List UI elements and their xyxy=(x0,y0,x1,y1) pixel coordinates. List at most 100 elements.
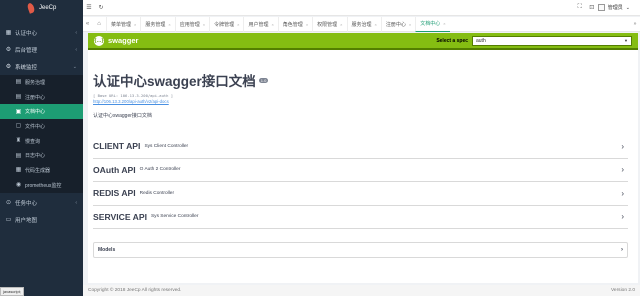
tab-label: 服务治理 xyxy=(351,21,372,28)
logo-icon xyxy=(27,3,35,13)
slow-query-icon: ♜ xyxy=(15,138,22,145)
lock-icon[interactable]: ⊡ xyxy=(586,4,598,11)
models-section[interactable]: Models › xyxy=(93,242,628,258)
monitor-icon: ⚙ xyxy=(5,63,12,70)
settings-icon: ⚙ xyxy=(5,46,12,53)
chevron-left-icon: ‹ xyxy=(75,46,77,53)
tabs-scroll-right-icon[interactable]: » xyxy=(630,21,640,27)
chevron-right-icon: › xyxy=(621,141,624,151)
api-group-desc: Sys Service Controller xyxy=(150,214,199,220)
close-icon[interactable]: × xyxy=(306,22,308,27)
sidebar-item-auth-center[interactable]: ▦ 认证中心 ‹ xyxy=(0,24,83,41)
tab-label: 令牌管理 xyxy=(214,21,235,28)
api-group-oauth[interactable]: OAuth API O Auth 2 Controller › xyxy=(93,159,628,182)
tab-label: 权限管理 xyxy=(317,21,338,28)
tab-service-governance[interactable]: 服务治理 × xyxy=(346,16,381,32)
sidebar-item-slow-query[interactable]: ♜ 慢查询 xyxy=(0,134,83,149)
swagger-topbar: {…} swagger Select a spec auth ▼ xyxy=(88,33,638,50)
sidebar-item-label: 任务中心 xyxy=(15,201,38,207)
tab-docs[interactable]: 文档中心 × xyxy=(415,16,450,32)
sidebar-item-tasks[interactable]: ⊙ 任务中心 ‹ xyxy=(0,195,83,212)
tab-role-management[interactable]: 角色管理 × xyxy=(277,16,312,32)
sidebar-item-label: 认证中心 xyxy=(15,30,38,37)
close-icon[interactable]: × xyxy=(168,22,170,27)
swagger-brand: swagger xyxy=(108,36,139,45)
close-icon[interactable]: × xyxy=(409,22,411,27)
chevron-left-icon: ‹ xyxy=(75,29,77,36)
close-icon[interactable]: × xyxy=(134,22,136,27)
sidebar-item-label: 慢查询 xyxy=(25,138,41,145)
sidebar-item-user-map[interactable]: ▭ 用户地图 xyxy=(0,212,83,229)
sidebar-item-service-governance[interactable]: ▤ 服务治理 xyxy=(0,75,83,90)
code-icon: ▦ xyxy=(15,167,22,174)
app-version: Version 2.0 xyxy=(610,288,635,293)
chevron-down-icon: ▼ xyxy=(624,38,628,43)
api-description: 认证中心swagger接口文档 xyxy=(93,113,152,119)
status-tooltip: javascript; xyxy=(0,287,25,296)
close-icon[interactable]: × xyxy=(237,22,239,27)
spec-select[interactable]: auth ▼ xyxy=(472,35,632,46)
dashboard-icon: ▦ xyxy=(5,29,12,36)
sidebar-item-label: 文档中心 xyxy=(25,109,46,116)
sidebar: JeeCp ▦ 认证中心 ‹ ⚙ 后台管理 ‹ ⚙ 系统监控 ⌄ ▤ 服务治理 ▤… xyxy=(0,0,83,296)
tab-app-management[interactable]: 应用管理 × xyxy=(174,16,209,32)
close-icon[interactable]: × xyxy=(271,22,273,27)
spec-label: Select a spec xyxy=(436,37,468,44)
tab-label: 用户管理 xyxy=(248,21,269,28)
tabs-scroll-left-icon[interactable]: « xyxy=(83,21,92,27)
user-menu[interactable]: 管理员 ⌄ xyxy=(597,4,630,11)
tab-label: 菜单管理 xyxy=(111,21,132,28)
version-badge: 1.0 xyxy=(258,77,269,83)
tab-label: 文档中心 xyxy=(420,21,441,27)
top-bar: ☰ ↻ ⛶ ⊡ 管理员 ⌄ xyxy=(83,0,640,16)
api-group-service[interactable]: SERVICE API Sys Service Controller › xyxy=(93,206,628,229)
swagger-logo-icon: {…} xyxy=(94,35,104,46)
sidebar-item-logs[interactable]: ▤ 日志中心 xyxy=(0,148,83,163)
chevron-right-icon: › xyxy=(621,247,623,253)
app-logo[interactable]: JeeCp xyxy=(0,0,83,16)
api-groups: CLIENT API Sys Client Controller › OAuth… xyxy=(93,135,628,229)
sidebar-item-monitor[interactable]: ⚙ 系统监控 ⌄ xyxy=(0,58,83,75)
avatar xyxy=(597,4,605,11)
sidebar-item-docs[interactable]: ▣ 文档中心 xyxy=(0,104,83,120)
tab-user-management[interactable]: 用户管理 × xyxy=(243,16,277,32)
tab-token-management[interactable]: 令牌管理 × xyxy=(209,16,243,32)
page-title: 认证中心swagger接口文档 xyxy=(93,74,256,89)
sidebar-item-codegen[interactable]: ▦ 代码生成器 xyxy=(0,163,83,178)
sidebar-item-registry[interactable]: ▤ 注册中心 xyxy=(0,90,83,105)
sidebar-item-label: 日志中心 xyxy=(25,153,46,160)
tab-permission-management[interactable]: 权限管理 × xyxy=(312,16,346,32)
base-url: [ Base URL: 106.13.3.200/api-auth ] xyxy=(93,93,174,98)
menu-toggle-icon[interactable]: ☰ xyxy=(83,4,95,11)
chevron-right-icon: › xyxy=(621,188,624,198)
sidebar-item-files[interactable]: ▢ 文件中心 xyxy=(0,119,83,134)
sidebar-item-label: 系统监控 xyxy=(15,64,38,71)
close-icon[interactable]: × xyxy=(443,21,445,26)
sidebar-item-prometheus[interactable]: ◉ prometheus监控 xyxy=(0,178,83,193)
tab-menu-management[interactable]: 菜单管理 × xyxy=(106,16,140,32)
refresh-icon[interactable]: ↻ xyxy=(95,4,107,11)
task-icon: ⊙ xyxy=(5,200,12,206)
tab-service-management[interactable]: 服务管理 × xyxy=(140,16,174,32)
close-icon[interactable]: × xyxy=(340,22,342,27)
home-icon[interactable]: ⌂ xyxy=(92,21,106,27)
chevron-left-icon: ‹ xyxy=(75,200,77,206)
map-icon: ▭ xyxy=(5,217,12,223)
sidebar-item-label: prometheus监控 xyxy=(25,182,62,189)
sidebar-item-admin[interactable]: ⚙ 后台管理 ‹ xyxy=(0,41,83,58)
log-icon: ▤ xyxy=(15,152,22,159)
document-icon: ▣ xyxy=(15,108,22,115)
user-name: 管理员 xyxy=(607,5,623,11)
close-icon[interactable]: × xyxy=(375,22,377,27)
api-group-redis[interactable]: REDIS API Redis Controller › xyxy=(93,182,628,206)
api-group-client[interactable]: CLIENT API Sys Client Controller › xyxy=(93,135,628,159)
tab-label: 服务管理 xyxy=(145,21,166,28)
tab-registry[interactable]: 注册中心 × xyxy=(380,16,415,32)
footer: Copyright © 2018 JeeCp All rights reserv… xyxy=(83,285,640,296)
swagger-frame: {…} swagger Select a spec auth ▼ 认证中心swa… xyxy=(88,33,638,283)
close-icon[interactable]: × xyxy=(203,22,205,27)
fullscreen-icon[interactable]: ⛶ xyxy=(574,4,586,11)
api-group-desc: Sys Client Controller xyxy=(144,143,189,149)
api-docs-link[interactable]: http://106.13.3.200/api-auth/v2/api-docs xyxy=(93,99,632,104)
tabs-bar: « ⌂ 菜单管理 × 服务管理 × 应用管理 × 令牌管理 × 用户管理 × 角色管理 × … xyxy=(83,16,640,32)
